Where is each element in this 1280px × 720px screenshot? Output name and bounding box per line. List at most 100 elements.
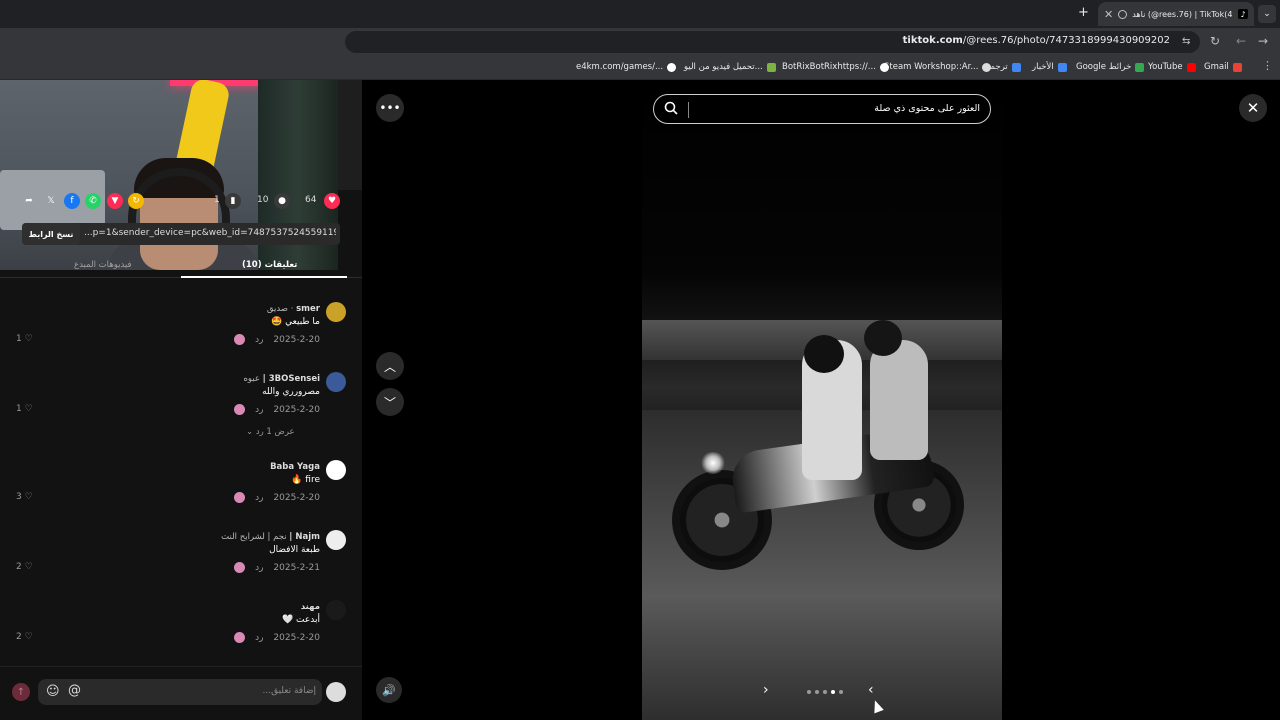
related-search-bar[interactable]: العثور على محتوى ذي صلة <box>653 94 991 124</box>
bookmark-label: الأخبار <box>1032 62 1054 72</box>
comment-item: 3BOSensei | عبوه مصرورري والله رد 2025-2-… <box>0 372 362 432</box>
comment-input[interactable]: ☺ @ إضافة تعليق... <box>38 679 322 705</box>
comment-date: 2025-2-20 <box>273 404 320 415</box>
comment-meta: رد 2025-2-21 <box>234 562 320 573</box>
comment-item: مهند أبدعت 🤍 رد 2025-2-20 2 ♡ <box>0 600 362 660</box>
comment-input-placeholder: إضافة تعليق... <box>262 686 316 696</box>
comment-meta: رد 2025-2-20 <box>234 404 320 415</box>
reload-icon[interactable]: ↻ <box>1210 34 1220 48</box>
reply-button[interactable]: رد <box>255 405 263 415</box>
share-link-text[interactable]: ...p=1&sender_device=pc&web_id=748753752… <box>84 228 336 238</box>
avatar[interactable] <box>326 600 346 620</box>
comment-text: مصرورري والله <box>262 387 320 397</box>
reply-button[interactable]: رد <box>255 633 263 643</box>
close-icon[interactable]: ✕ <box>1239 94 1267 122</box>
volume-icon[interactable]: 🔊 <box>376 677 402 703</box>
tab-search-menu-icon[interactable]: ⌄ <box>1258 5 1276 23</box>
comment-like[interactable]: 3 ♡ <box>16 492 33 502</box>
reply-button[interactable]: رد <box>255 493 263 503</box>
heart-outline-icon[interactable]: ♡ <box>25 334 33 344</box>
tab-close-icon[interactable]: ✕ <box>1104 8 1113 21</box>
bookmark-label: BotRixBotRixhttps://... <box>782 62 876 72</box>
tab-comments[interactable]: (10) تعليقات <box>242 260 297 270</box>
comment-like[interactable]: 1 ♡ <box>16 404 33 414</box>
friend-badge: عبوه <box>243 374 260 384</box>
headlight <box>700 452 726 474</box>
share-arrow-icon[interactable]: ➦ <box>21 193 37 209</box>
bookmark-e4km[interactable]: e4km.com/games/... <box>576 62 677 72</box>
bookmark-botrix[interactable]: BotRixBotRixhttps://... <box>782 62 889 72</box>
heart-outline-icon[interactable]: ♡ <box>25 492 33 502</box>
url-path: /@rees.76/photo/7473318999430909202 <box>962 35 1170 46</box>
repost-icon[interactable]: ↻ <box>128 193 144 209</box>
comment-like[interactable]: 1 ♡ <box>16 334 33 344</box>
heart-outline-icon[interactable]: ♡ <box>25 404 33 414</box>
reply-button[interactable]: رد <box>255 335 263 345</box>
page-dot[interactable] <box>807 690 811 694</box>
emoji-icon[interactable]: ☺ <box>46 684 60 699</box>
bookmark-gmail[interactable]: Gmail <box>1204 62 1242 72</box>
comment-composer: ↑ ☺ @ إضافة تعليق... <box>0 666 362 720</box>
avatar[interactable] <box>326 460 346 480</box>
page-dot[interactable] <box>839 690 843 694</box>
youtube-icon <box>1186 62 1196 72</box>
comment-username[interactable]: 3BOSensei | عبوه <box>243 374 320 384</box>
new-tab-button[interactable]: + <box>1078 5 1089 20</box>
bookmark-video-download[interactable]: تحميل فيديو من اليو... <box>684 62 776 72</box>
comment-username[interactable]: Baba Yaga <box>270 462 320 472</box>
bookmark-news[interactable]: الأخبار <box>1032 62 1067 72</box>
bookmark-label: Gmail <box>1204 62 1229 72</box>
comment-like-count: 1 <box>16 334 22 344</box>
whatsapp-icon[interactable]: ✆ <box>85 193 101 209</box>
reply-button[interactable]: رد <box>255 563 263 573</box>
browser-tab-tiktok[interactable]: ✕ ناهد (@rees.76) | TikTok(4) ♪ <box>1098 2 1254 26</box>
send-arrow-icon[interactable]: ↑ <box>12 683 30 701</box>
search-icon[interactable] <box>664 101 678 115</box>
creator-liked-avatar <box>234 492 246 503</box>
comment-like[interactable]: 2 ♡ <box>16 562 33 572</box>
mention-at-icon[interactable]: @ <box>68 683 81 698</box>
comment-bubble-icon[interactable]: ● <box>274 193 290 209</box>
back-arrow-icon[interactable]: ← <box>1236 34 1246 48</box>
comment-item: Baba Yaga fire 🔥 رد 2025-2-20 3 ♡ <box>0 460 362 520</box>
previous-post-chevron-up-icon[interactable]: ︿ <box>376 352 404 380</box>
avatar[interactable] <box>326 302 346 322</box>
bookmarks-overflow-icon[interactable]: ⋮ <box>1262 59 1273 72</box>
comment-username[interactable]: Najm | نجم | لشرايح النت <box>221 532 320 542</box>
page-dot[interactable] <box>831 690 835 694</box>
comment-username[interactable]: مهند <box>301 602 320 612</box>
comment-like[interactable]: 2 ♡ <box>16 632 33 642</box>
more-options-icon[interactable]: ••• <box>376 94 404 122</box>
page-dot[interactable] <box>823 690 827 694</box>
avatar[interactable] <box>326 372 346 392</box>
view-replies-button[interactable]: عرض 1 رد ⌄ <box>246 427 295 437</box>
facebook-icon[interactable]: f <box>64 193 80 209</box>
x-twitter-icon[interactable]: 𝕏 <box>43 193 59 209</box>
comment-like-count: 2 <box>16 632 22 642</box>
heart-outline-icon[interactable]: ♡ <box>25 632 33 642</box>
heart-outline-icon[interactable]: ♡ <box>25 562 33 572</box>
bookmark-google-maps[interactable]: Google خرائط <box>1076 62 1145 72</box>
site-settings-icon[interactable]: ⇆ <box>1182 36 1196 48</box>
tiktok-share-icon[interactable]: ▼ <box>107 193 123 209</box>
bookmark-steam[interactable]: Steam Workshop::Ar... <box>884 62 992 72</box>
bookmark-youtube[interactable]: YouTube <box>1148 62 1196 72</box>
like-heart-icon[interactable]: ♥ <box>324 193 340 209</box>
next-post-chevron-down-icon[interactable]: ﹀ <box>376 388 404 416</box>
save-count: 1 <box>214 195 220 205</box>
tab-creator-videos[interactable]: فيديوهات المبدع <box>74 260 132 270</box>
bookmark-label: YouTube <box>1148 62 1183 72</box>
page-dot[interactable] <box>815 690 819 694</box>
bookmark-icon[interactable]: ▮ <box>225 193 241 209</box>
copy-link-button[interactable]: نسخ الرابط <box>22 223 80 245</box>
panel-scrollbar[interactable] <box>338 80 362 190</box>
avatar[interactable] <box>326 530 346 550</box>
comment-username[interactable]: smer · صديق <box>267 304 320 314</box>
passenger <box>870 340 928 460</box>
download-icon <box>766 62 776 72</box>
next-photo-chevron-icon[interactable]: › <box>763 682 769 698</box>
forward-arrow-icon[interactable]: → <box>1258 34 1268 48</box>
gmail-icon <box>1232 62 1242 72</box>
address-url[interactable]: tiktok.com/@rees.76/photo/74733189994309… <box>903 35 1170 46</box>
previous-photo-chevron-icon[interactable]: ‹ <box>868 682 874 698</box>
